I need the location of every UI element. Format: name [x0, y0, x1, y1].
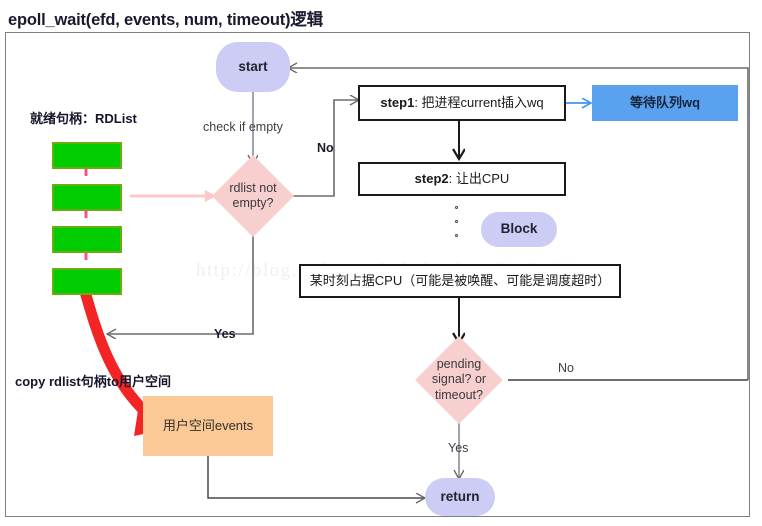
ellipsis-dot — [455, 234, 458, 237]
node-step2[interactable]: step2: 让出CPU — [358, 162, 566, 196]
node-pending-decision[interactable]: pending signal? or timeout? — [410, 336, 508, 424]
node-step1-label-bold: step1 — [380, 94, 415, 110]
rdlist-cell[interactable] — [52, 268, 122, 295]
node-start-label: start — [238, 58, 268, 74]
node-step1[interactable]: step1: 把进程current插入wq — [358, 85, 566, 121]
node-occupy-cpu[interactable]: 某时刻占据CPU（可能是被唤醒、可能是调度超时） — [299, 264, 621, 298]
page-title: epoll_wait(efd, events, num, timeout)逻辑 — [8, 11, 323, 29]
edge-label-check-if-empty: check if empty — [203, 120, 283, 134]
edge-label-yes-rdlist: Yes — [214, 327, 236, 341]
node-userspace-events-label: 用户空间events — [162, 417, 254, 433]
ellipsis-dot — [455, 206, 458, 209]
edge-label-yes-pending: Yes — [448, 441, 469, 455]
edge-label-no-rdlist: No — [317, 141, 334, 155]
node-rdlist-decision-line1: rdlist not — [229, 180, 277, 195]
node-wait-queue-label: 等待队列wq — [629, 94, 701, 110]
vertical-ellipsis — [455, 206, 465, 246]
copy-to-userspace-label: copy rdlist句柄to用户空间 — [15, 374, 172, 389]
node-block[interactable]: Block — [481, 212, 557, 247]
node-step2-label-rest: : 让出CPU — [448, 170, 510, 186]
node-pending-decision-line3: timeout? — [435, 387, 483, 402]
ellipsis-dot — [455, 220, 458, 223]
node-userspace-events[interactable]: 用户空间events — [143, 396, 273, 456]
rdlist-title: 就绪句柄：RDList — [30, 111, 137, 126]
node-pending-decision-line2: signal? or — [431, 372, 487, 387]
rdlist-cell[interactable] — [52, 142, 122, 169]
flowchart-canvas: epoll_wait(efd, events, num, timeout)逻辑 … — [0, 0, 762, 526]
node-return-label: return — [440, 488, 480, 504]
node-rdlist-decision-line2: empty? — [232, 196, 274, 210]
node-occupy-cpu-label: 某时刻占据CPU（可能是被唤醒、可能是调度超时） — [309, 272, 611, 288]
edge-label-no-pending: No — [558, 361, 574, 375]
node-start[interactable]: start — [216, 42, 290, 92]
node-step2-label-bold: step2 — [414, 170, 449, 186]
node-rdlist-decision[interactable]: rdlist not empty? — [211, 154, 295, 238]
node-pending-decision-line1: pending — [436, 357, 482, 372]
node-wait-queue[interactable]: 等待队列wq — [592, 85, 738, 121]
node-return[interactable]: return — [425, 478, 495, 516]
node-block-label: Block — [500, 221, 538, 237]
rdlist-cell[interactable] — [52, 184, 122, 211]
node-step1-label-rest: : 把进程current插入wq — [414, 94, 544, 110]
rdlist-cell[interactable] — [52, 226, 122, 253]
